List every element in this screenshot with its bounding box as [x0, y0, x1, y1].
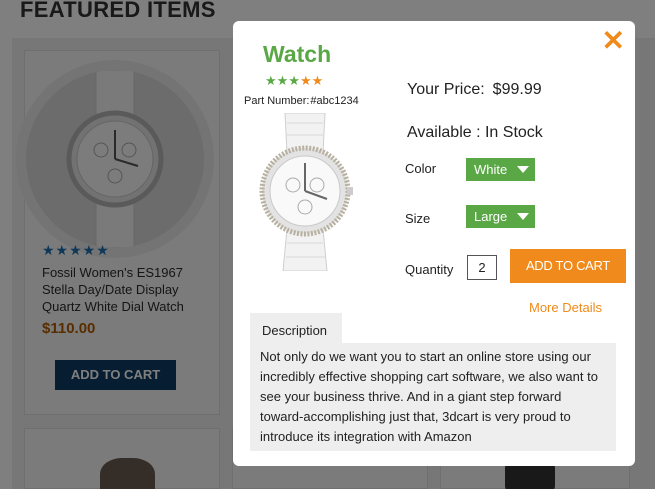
part-number: Part Number:#abc1234 — [243, 95, 359, 107]
chevron-down-icon — [517, 213, 529, 220]
color-select[interactable]: White — [466, 158, 535, 181]
product-title: Watch — [263, 41, 332, 67]
color-label: Color — [405, 161, 437, 176]
add-to-cart-button[interactable]: ADD TO CART — [510, 249, 626, 283]
star-icons-green: ★★★ — [265, 73, 300, 88]
color-select-value: White — [474, 162, 508, 177]
part-number-value: #abc1234 — [310, 95, 359, 107]
size-select[interactable]: Large — [466, 205, 535, 228]
watch-image — [259, 112, 353, 272]
tab-description[interactable]: Description — [250, 313, 342, 343]
size-label: Size — [405, 211, 431, 226]
size-select-value: Large — [474, 209, 508, 224]
quantity-input[interactable] — [467, 255, 497, 280]
quantity-label: Quantity — [405, 262, 454, 277]
close-icon[interactable]: ✕ — [602, 27, 625, 55]
availability-status: Available : In Stock — [407, 124, 543, 141]
star-icons-orange: ★★ — [299, 73, 324, 88]
product-rating-stars: ★★★★★ — [265, 73, 323, 89]
description-text: Not only do we want you to start an onli… — [250, 343, 616, 451]
price-value: $99.99 — [492, 81, 542, 98]
more-details-link[interactable]: More Details — [529, 300, 602, 315]
product-image — [253, 112, 358, 272]
chevron-down-icon — [517, 166, 529, 173]
part-number-label: Part Number: — [244, 95, 310, 107]
price-label: Your Price: — [407, 81, 485, 98]
price-line: Your Price: $99.99 — [407, 81, 542, 99]
quick-view-modal: ✕ Watch ★★★★★ Part Number:#abc1234 Your — [233, 21, 635, 466]
